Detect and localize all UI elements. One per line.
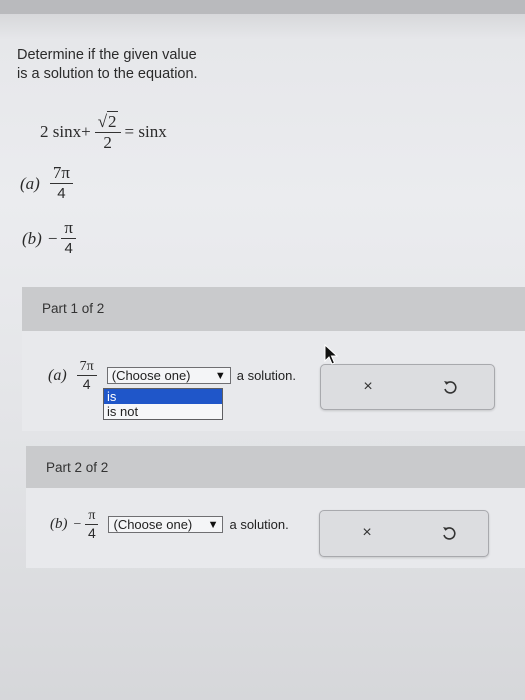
- mouse-pointer-icon: [324, 344, 339, 365]
- part-1-dropdown-list: is is not: [103, 388, 223, 420]
- part-1-actions: ×: [320, 364, 495, 410]
- equation-fraction: √2 2: [94, 110, 121, 153]
- item-b-label: (b): [22, 228, 42, 248]
- part-1-after-text: a solution.: [236, 368, 296, 383]
- item-b-sign: −: [47, 228, 58, 248]
- option-is-not[interactable]: is not: [104, 404, 222, 419]
- part-1-header: Part 1 of 2: [22, 287, 525, 331]
- part-2-answer-row: (b) − π 4 (Choose one) ▼ a solution.: [50, 507, 289, 542]
- part-2-select-value: (Choose one): [113, 517, 193, 532]
- clear-button[interactable]: ×: [357, 376, 379, 398]
- equation-lhs: 2 sinx+: [40, 122, 91, 141]
- sqrt-value: 2: [107, 110, 118, 131]
- undo-icon: [444, 381, 457, 394]
- item-b-fraction: π 4: [61, 218, 77, 259]
- equation-denominator: 2: [103, 132, 112, 152]
- question-prompt: Determine if the given value is a soluti…: [17, 47, 198, 82]
- undo-button[interactable]: [438, 522, 460, 544]
- item-b: (b) − π 4: [22, 218, 80, 259]
- item-a-label: (a): [20, 173, 40, 193]
- part-2-header: Part 2 of 2: [26, 446, 525, 488]
- equation: 2 sinx+ √2 2 = sinx: [40, 106, 167, 158]
- chevron-down-icon: ▼: [214, 369, 226, 382]
- sqrt-icon: √: [97, 111, 108, 131]
- part-1-select[interactable]: (Choose one) ▼: [106, 367, 231, 384]
- part-2-sign: −: [73, 516, 82, 532]
- part-2-actions: ×: [319, 510, 489, 557]
- item-a-fraction: 7π 4: [49, 163, 73, 204]
- close-icon: ×: [362, 524, 372, 541]
- part-1-label: (a): [48, 366, 67, 384]
- chevron-down-icon: ▼: [207, 518, 219, 531]
- undo-icon: [443, 527, 456, 540]
- close-icon: ×: [363, 378, 373, 395]
- part-1-fraction: 7π 4: [76, 358, 97, 393]
- item-a: (a) 7π 4: [20, 163, 77, 204]
- part-2-select[interactable]: (Choose one) ▼: [108, 516, 224, 533]
- clear-button[interactable]: ×: [356, 522, 378, 544]
- part-2-after-text: a solution.: [229, 517, 289, 532]
- undo-button[interactable]: [439, 376, 461, 398]
- part-1-title: Part 1 of 2: [42, 301, 105, 316]
- top-strip: [0, 0, 525, 14]
- part-2-label: (b): [50, 516, 68, 532]
- part-2-title: Part 2 of 2: [46, 460, 109, 475]
- option-is[interactable]: is: [104, 389, 222, 404]
- part-1-select-value: (Choose one): [111, 368, 191, 383]
- part-2-fraction: π 4: [85, 507, 99, 542]
- equation-rhs: = sinx: [124, 122, 167, 141]
